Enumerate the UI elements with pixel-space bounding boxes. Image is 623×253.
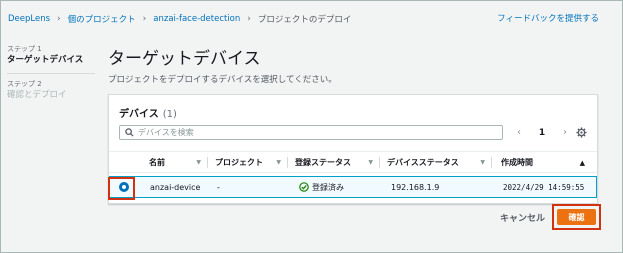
panel-title: デバイス (1): [119, 105, 177, 120]
breadcrumb-project[interactable]: anzai-face-detection: [153, 14, 240, 24]
pagination-current-page[interactable]: 1: [539, 128, 545, 138]
devices-panel: デバイス(1) ‹ 1 › 名前 ▼: [108, 94, 598, 204]
step-title: ターゲットデバイス: [7, 55, 84, 65]
cell-device-name: anzai-device: [150, 182, 201, 192]
column-header-label: 作成時間: [501, 158, 533, 167]
chevron-right-icon: ›: [57, 14, 61, 24]
column-header-label: プロジェクト: [215, 158, 263, 167]
column-divider: [491, 157, 492, 168]
search-box[interactable]: [119, 125, 503, 140]
cell-device-status: 192.168.1.9: [391, 182, 440, 192]
column-header-project[interactable]: プロジェクト ▼: [207, 152, 287, 173]
cell-registration-status: 登録済み: [299, 177, 344, 197]
cell-project: -: [217, 182, 220, 192]
page-title: ターゲットデバイス: [108, 49, 261, 69]
step-label: ステップ 1: [7, 45, 42, 53]
chevron-right-icon: ›: [142, 14, 147, 24]
column-divider: [379, 157, 380, 168]
panel-title-text: デバイス: [119, 109, 159, 120]
breadcrumb-deeplens[interactable]: DeepLens: [8, 14, 50, 24]
column-header-device-status[interactable]: デバイスステータス ▼: [379, 152, 491, 173]
chevron-right-icon: ›: [247, 14, 251, 24]
table-row[interactable]: anzai-device - 登録済み 192.168.1.9 2022/4/2…: [109, 176, 597, 198]
column-header-label: 名前: [149, 158, 165, 167]
table-settings-button[interactable]: [574, 125, 588, 140]
wizard-step-1[interactable]: ステップ 1 ターゲットデバイス: [7, 45, 97, 66]
page-description: プロジェクトをデプロイするデバイスを選択してください。: [108, 75, 337, 85]
highlight-box-radio: [108, 177, 135, 200]
sort-caret-up-icon: ▲: [579, 158, 585, 167]
registration-status-text: 登録済み: [312, 182, 344, 192]
feedback-link[interactable]: フィードバックを提供する: [497, 12, 599, 24]
column-header-registration[interactable]: 登録ステータス ▼: [287, 152, 379, 173]
cancel-button[interactable]: キャンセル: [500, 210, 545, 224]
sort-caret-down-icon: ▼: [196, 159, 201, 166]
breadcrumb-projects[interactable]: 個のプロジェクト: [68, 13, 136, 25]
column-header-label: 登録ステータス: [295, 158, 351, 167]
cell-created-time: 2022/4/29 14:59:55: [503, 182, 585, 192]
pagination-next-button[interactable]: ›: [563, 127, 567, 138]
column-divider: [207, 157, 208, 168]
check-circle-icon: [299, 182, 309, 192]
column-header-created[interactable]: 作成時間 ▲: [491, 152, 591, 173]
column-header-label: デバイスステータス: [387, 158, 459, 167]
step-label: ステップ 2: [7, 80, 42, 88]
sort-caret-down-icon: ▼: [276, 159, 281, 166]
gear-icon: [575, 127, 587, 138]
device-count: (1): [162, 109, 177, 120]
breadcrumb-current: プロジェクトのデプロイ: [257, 15, 352, 25]
breadcrumb: DeepLens › 個のプロジェクト › anzai-face-detecti…: [8, 12, 351, 26]
column-header-name[interactable]: 名前 ▼: [149, 152, 207, 173]
pagination-prev-button[interactable]: ‹: [517, 127, 521, 138]
search-icon: [125, 128, 134, 137]
pagination: ‹ 1 ›: [517, 125, 567, 140]
sort-caret-down-icon: ▼: [480, 159, 485, 166]
step-title: 確認とデプロイ: [7, 90, 67, 100]
device-search-input[interactable]: [138, 128, 478, 137]
wizard-steps: ステップ 1 ターゲットデバイス ステップ 2 確認とデプロイ: [7, 45, 97, 101]
step-divider: [7, 73, 95, 74]
table-header: 名前 ▼ プロジェクト ▼ 登録ステータス ▼ デバイスステータス ▼ 作成時間…: [109, 151, 597, 173]
sort-caret-down-icon: ▼: [368, 159, 373, 166]
wizard-step-2: ステップ 2 確認とデプロイ: [7, 80, 97, 101]
column-divider: [287, 157, 288, 168]
confirm-button[interactable]: 確認: [557, 209, 596, 225]
